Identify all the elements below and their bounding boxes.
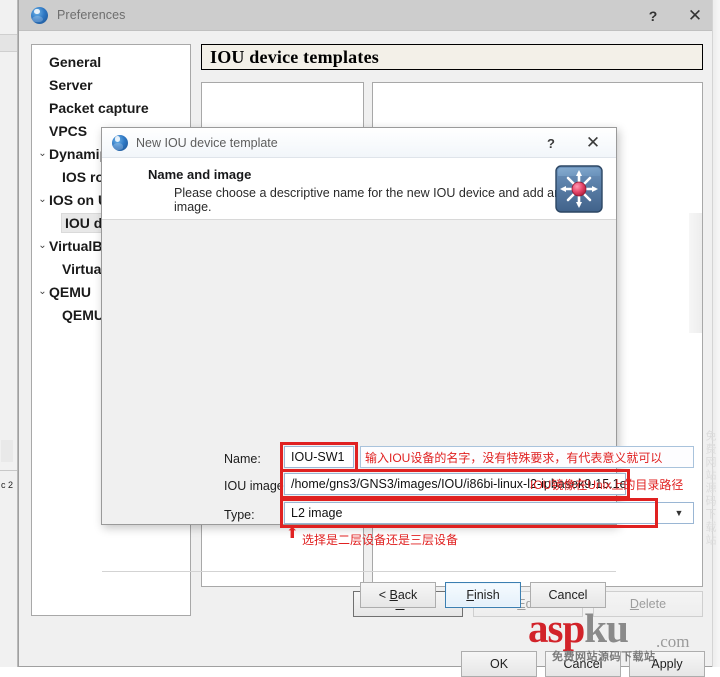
- chevron-down-icon[interactable]: ⌄: [36, 286, 49, 297]
- dialog-close-icon[interactable]: ✕: [572, 128, 614, 158]
- finish-button[interactable]: Finish: [445, 582, 521, 608]
- wizard-heading: Name and image: [148, 167, 252, 182]
- chevron-down-icon[interactable]: ⌄: [36, 194, 49, 205]
- type-annotation: 选择是二层设备还是三层设备: [302, 533, 459, 547]
- dialog-title: New IOU device template: [136, 135, 278, 150]
- wizard-buttons: < Back Finish Cancel: [360, 582, 608, 608]
- background-scrollbar[interactable]: [1, 440, 13, 462]
- type-label: Type:: [224, 508, 255, 522]
- chevron-down-icon[interactable]: ⌄: [36, 148, 49, 159]
- type-select-value: L2 image: [291, 506, 343, 520]
- iou-image-label: IOU image: [224, 479, 284, 493]
- sidebar-item-server[interactable]: Server: [32, 73, 190, 96]
- dialog-titlebar[interactable]: New IOU device template ? ✕: [102, 128, 616, 158]
- new-iou-device-template-dialog: New IOU device template ? ✕ Name and ima…: [101, 127, 694, 608]
- sidebar-item-label: Packet capture: [49, 99, 149, 116]
- network-switch-icon: [553, 163, 605, 215]
- sidebar-item-label: QEMU: [49, 283, 91, 300]
- apply-button[interactable]: Apply: [629, 651, 705, 677]
- name-label: Name:: [224, 452, 261, 466]
- help-icon[interactable]: ?: [632, 0, 674, 31]
- sidebar-item-label: General: [49, 53, 102, 70]
- sidebar-item-general[interactable]: General: [32, 50, 190, 73]
- dialog-help-icon[interactable]: ?: [530, 128, 572, 158]
- type-select[interactable]: L2 image ▼: [284, 502, 694, 524]
- gns3-globe-icon: [112, 134, 128, 151]
- sidebar-item-label: Server: [49, 76, 93, 93]
- chevron-down-icon[interactable]: ⌄: [36, 240, 49, 251]
- detail-scrollbar[interactable]: [689, 213, 702, 333]
- preferences-titlebar[interactable]: Preferences ? ✕: [19, 0, 720, 31]
- wizard-subheading: Please choose a descriptive name for the…: [174, 186, 587, 214]
- dialog-separator: [102, 571, 616, 572]
- window-title: Preferences: [57, 8, 126, 22]
- sidebar-item-packet-capture[interactable]: Packet capture: [32, 96, 190, 119]
- wizard-form: Name: IOU-SW1 输入IOU设备的名字，没有特殊要求，有代表意义就可以…: [102, 220, 694, 616]
- sidebar-item-label: VPCS: [49, 122, 88, 139]
- background-window-sliver: c 2: [0, 0, 18, 667]
- page-title-text: IOU device templates: [210, 46, 379, 67]
- page-title: IOU device templates: [201, 44, 703, 70]
- dialog-titlebar-buttons: ? ✕: [530, 128, 614, 158]
- wizard-banner: Name and image Please choose a descripti…: [102, 158, 616, 220]
- cancel-button[interactable]: Cancel: [545, 651, 621, 677]
- image-annotation: IOU镜像在Unix上的目录路径: [530, 477, 684, 492]
- ok-button[interactable]: OK: [461, 651, 537, 677]
- name-input[interactable]: IOU-SW1: [284, 446, 354, 468]
- background-text: c 2: [1, 480, 14, 490]
- chevron-down-icon[interactable]: ▼: [665, 503, 693, 523]
- annotation-arrow-up-icon: ⬆: [286, 525, 299, 542]
- close-icon[interactable]: ✕: [674, 0, 716, 31]
- cancel-button[interactable]: Cancel: [530, 582, 606, 608]
- gns3-globe-icon: [31, 6, 48, 24]
- background-tab: [0, 34, 17, 52]
- titlebar-buttons: ? ✕: [632, 0, 716, 31]
- dialog-footer-buttons: OK Cancel Apply: [461, 651, 711, 677]
- back-button[interactable]: < Back: [360, 582, 436, 608]
- name-annotation: 输入IOU设备的名字，没有特殊要求，有代表意义就可以: [360, 446, 694, 468]
- background-divider: [0, 470, 17, 471]
